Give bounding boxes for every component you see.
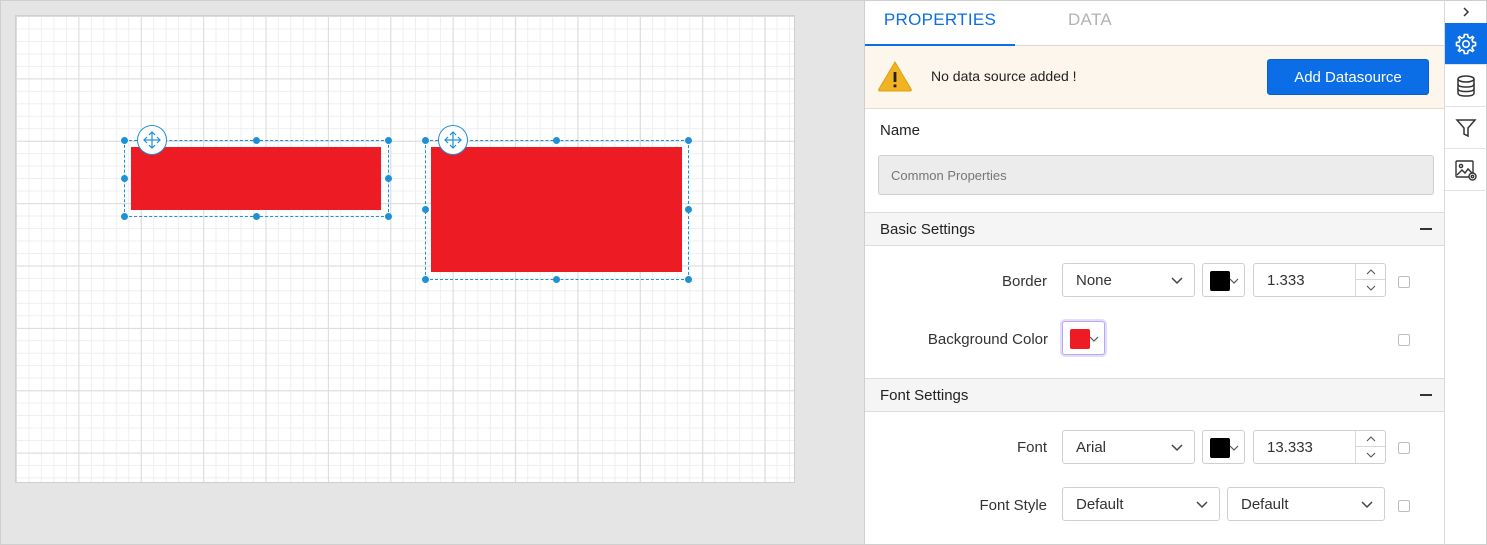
color-swatch <box>1210 271 1230 291</box>
resize-handle[interactable] <box>121 213 128 220</box>
resize-handle[interactable] <box>121 175 128 182</box>
color-swatch <box>1070 329 1090 349</box>
tab-properties[interactable]: PROPERTIES <box>865 1 1015 46</box>
font-settings-header[interactable]: Font Settings <box>865 378 1444 412</box>
spin-down-button[interactable] <box>1356 280 1385 296</box>
border-label: Border <box>1001 273 1047 290</box>
font-family-dropdown[interactable]: Arial <box>1062 430 1195 464</box>
chevron-down-icon <box>1196 501 1208 509</box>
font-style-checkbox[interactable] <box>1398 500 1410 512</box>
font-weight-dropdown[interactable]: Default <box>1227 487 1385 521</box>
color-swatch <box>1210 438 1230 458</box>
resize-handle[interactable] <box>422 276 429 283</box>
collapse-icon[interactable] <box>1420 228 1432 230</box>
resize-handle[interactable] <box>253 213 260 220</box>
gear-icon[interactable] <box>1445 23 1487 65</box>
chevron-down-icon <box>1171 277 1183 285</box>
database-icon[interactable] <box>1445 65 1487 107</box>
resize-handle[interactable] <box>685 206 692 213</box>
numeric-value: 1.333 <box>1267 272 1305 289</box>
background-color-checkbox[interactable] <box>1398 334 1410 346</box>
spin-down-button[interactable] <box>1356 447 1385 463</box>
resize-handle[interactable] <box>385 213 392 220</box>
background-color-label: Background Color <box>927 331 1048 348</box>
spin-up-button[interactable] <box>1356 431 1385 447</box>
move-handle-icon[interactable] <box>438 125 468 155</box>
image-settings-icon[interactable] <box>1445 149 1487 191</box>
rectangle-1[interactable] <box>131 147 381 210</box>
basic-settings-header[interactable]: Basic Settings <box>865 212 1444 246</box>
spin-up-button[interactable] <box>1356 264 1385 280</box>
border-checkbox[interactable] <box>1398 276 1410 288</box>
resize-handle[interactable] <box>422 137 429 144</box>
font-style-label: Font Style <box>979 497 1047 514</box>
background-color-picker[interactable] <box>1062 321 1105 355</box>
chevron-down-icon <box>1171 444 1183 452</box>
font-style-dropdown[interactable]: Default <box>1062 487 1220 521</box>
font-size-input[interactable]: 13.333 <box>1253 430 1386 464</box>
dropdown-value: Arial <box>1076 439 1107 456</box>
numeric-value: 13.333 <box>1267 439 1313 456</box>
resize-handle[interactable] <box>253 137 260 144</box>
add-datasource-button[interactable]: Add Datasource <box>1267 59 1429 95</box>
resize-handle[interactable] <box>422 206 429 213</box>
dropdown-value: Default <box>1241 496 1289 513</box>
dropdown-value: None <box>1076 272 1112 289</box>
font-label: Font <box>1016 439 1047 456</box>
section-title: Basic Settings <box>880 221 976 238</box>
border-width-input[interactable]: 1.333 <box>1253 263 1386 297</box>
chevron-down-icon <box>1229 445 1239 451</box>
properties-panel: PROPERTIES DATA No data source added ! A… <box>864 0 1444 545</box>
chevron-down-icon <box>1229 278 1239 284</box>
rectangle-2[interactable] <box>431 147 682 272</box>
design-canvas-area <box>0 0 864 545</box>
chevron-down-icon <box>1089 336 1099 342</box>
resize-handle[interactable] <box>385 175 392 182</box>
move-handle-icon[interactable] <box>137 125 167 155</box>
tab-data[interactable]: DATA <box>1015 1 1165 46</box>
border-color-picker[interactable] <box>1202 263 1245 297</box>
resize-handle[interactable] <box>121 137 128 144</box>
border-style-dropdown[interactable]: None <box>1062 263 1195 297</box>
warning-icon <box>878 61 912 92</box>
resize-handle[interactable] <box>685 276 692 283</box>
spin-buttons <box>1355 264 1385 296</box>
filter-icon[interactable] <box>1445 107 1487 149</box>
report-design-surface[interactable] <box>15 15 795 483</box>
resize-handle[interactable] <box>553 276 560 283</box>
collapse-icon[interactable] <box>1420 394 1432 396</box>
panel-tabs: PROPERTIES DATA <box>865 1 1444 46</box>
dropdown-value: Default <box>1076 496 1124 513</box>
no-datasource-alert: No data source added ! Add Datasource <box>865 46 1444 109</box>
side-icon-strip <box>1444 0 1487 545</box>
name-label: Name <box>880 122 921 139</box>
alert-message: No data source added ! <box>931 68 1077 84</box>
resize-handle[interactable] <box>553 137 560 144</box>
font-color-picker[interactable] <box>1202 430 1245 464</box>
name-input[interactable] <box>878 155 1434 195</box>
chevron-down-icon <box>1361 501 1373 509</box>
font-checkbox[interactable] <box>1398 442 1410 454</box>
chevron-right-icon[interactable] <box>1445 1 1487 23</box>
spin-buttons <box>1355 431 1385 463</box>
resize-handle[interactable] <box>385 137 392 144</box>
section-title: Font Settings <box>880 387 969 404</box>
resize-handle[interactable] <box>685 137 692 144</box>
